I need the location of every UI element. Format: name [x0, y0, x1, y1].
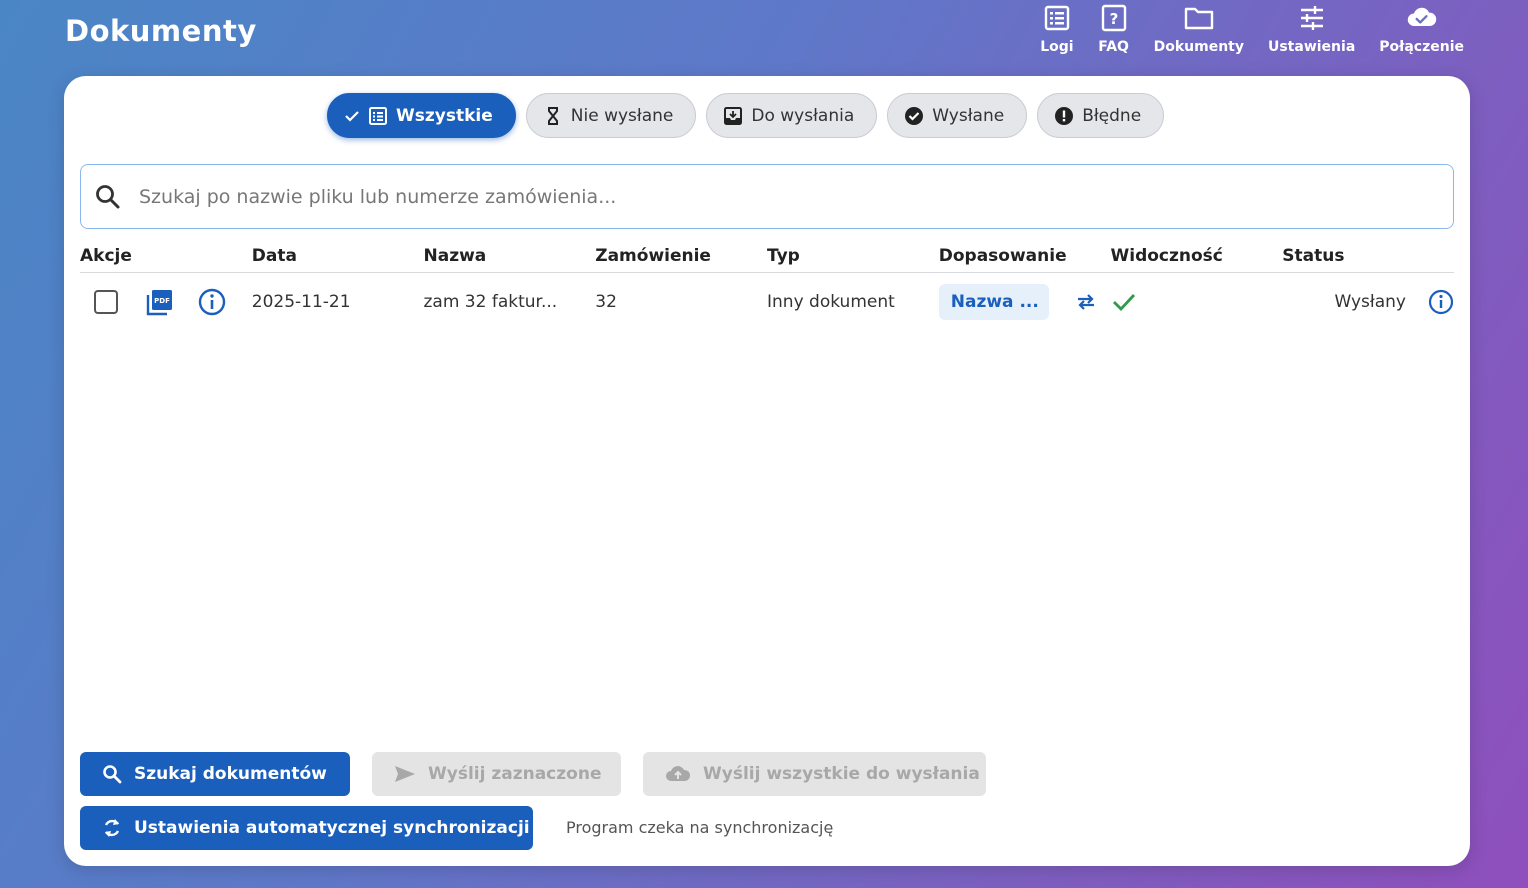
filter-label: Wysłane [932, 105, 1005, 126]
hourglass-icon [547, 106, 558, 125]
swap-icon[interactable] [1075, 293, 1097, 311]
column-header[interactable]: Status [1282, 246, 1454, 272]
match-chip[interactable]: Nazwa ... [938, 283, 1049, 320]
nav-label: Ustawienia [1267, 39, 1356, 55]
error-icon [1055, 106, 1074, 125]
table-row: PDF 2025-11-21 zam 32 faktur... 32 Inny … [80, 273, 1454, 330]
send-all-button[interactable]: Wyślij wszystkie do wysłania [643, 752, 986, 796]
column-header[interactable]: Dopasowanie [939, 246, 1111, 272]
column-header[interactable]: Widoczność [1111, 246, 1283, 272]
column-header[interactable]: Zamówienie [595, 246, 767, 272]
sliders-icon [1296, 2, 1328, 34]
column-header[interactable]: Akcje [80, 246, 252, 272]
filter-label: Do wysłania [751, 105, 855, 126]
top-navigation: Logi ? FAQ Dokumenty Ustawienia Połączen… [1028, 2, 1476, 55]
filter-label: Nie wysłane [570, 105, 674, 126]
filter-to-send[interactable]: Do wysłania [706, 93, 878, 138]
nav-label: Połączenie [1379, 39, 1464, 55]
search-icon [96, 184, 120, 208]
cell-type: Inny dokument [767, 291, 895, 312]
column-header[interactable]: Data [252, 246, 424, 272]
cell-name: zam 32 faktur... [423, 291, 558, 312]
column-header[interactable]: Nazwa [424, 246, 596, 272]
send-icon [395, 766, 415, 782]
cloud-check-icon [1406, 2, 1438, 34]
outbox-icon [724, 106, 743, 125]
nav-dokumenty[interactable]: Dokumenty [1142, 2, 1256, 55]
sync-status-text: Program czeka na synchronizację [566, 818, 834, 837]
search-documents-button[interactable]: Szukaj dokumentów [80, 752, 350, 796]
nav-polaczenie[interactable]: Połączenie [1367, 2, 1476, 55]
nav-ustawienia[interactable]: Ustawienia [1256, 2, 1367, 55]
cell-date: 2025-11-21 [251, 291, 351, 312]
svg-text:?: ? [1109, 10, 1118, 28]
filter-label: Wszystkie [396, 105, 493, 126]
status-text: Wysłany [1334, 291, 1406, 312]
check-icon [1112, 293, 1135, 311]
filter-all[interactable]: Wszystkie [327, 93, 516, 138]
list-icon [369, 106, 387, 125]
help-icon: ? [1098, 2, 1130, 34]
cell-order: 32 [595, 291, 617, 312]
folder-icon [1183, 2, 1215, 34]
table-header: Akcje Data Nazwa Zamówienie Typ Dopasowa… [80, 246, 1454, 273]
nav-label: Dokumenty [1153, 39, 1244, 55]
check-circle-icon [905, 106, 924, 125]
button-label: Wyślij zaznaczone [428, 764, 602, 784]
search-icon [103, 765, 122, 784]
check-icon [345, 110, 359, 122]
nav-faq[interactable]: ? FAQ [1086, 2, 1142, 55]
cloud-upload-icon [666, 766, 691, 781]
row-actions: PDF [80, 288, 252, 316]
info-icon[interactable] [1428, 289, 1454, 315]
send-selected-button[interactable]: Wyślij zaznaczone [372, 752, 621, 796]
button-label: Wyślij wszystkie do wysłania [703, 764, 980, 784]
documents-panel: Wszystkie Nie wysłane Do wysłania Wysłan… [64, 76, 1470, 866]
cell-status: Wysłany [1282, 289, 1454, 315]
sync-icon [104, 819, 120, 837]
nav-label: FAQ [1098, 39, 1129, 55]
row-checkbox[interactable] [94, 289, 118, 314]
filter-sent[interactable]: Wysłane [887, 93, 1028, 138]
nav-logi[interactable]: Logi [1028, 2, 1085, 55]
button-label: Ustawienia automatycznej synchronizacji [134, 818, 530, 838]
search-box [80, 164, 1454, 229]
filter-not-sent[interactable]: Nie wysłane [525, 93, 697, 138]
column-header[interactable]: Typ [767, 246, 939, 272]
cell-visibility [1111, 291, 1283, 313]
list-icon [1041, 2, 1073, 34]
button-label: Szukaj dokumentów [134, 764, 327, 784]
svg-text:PDF: PDF [154, 297, 170, 305]
filter-label: Błędne [1082, 105, 1142, 126]
auto-sync-settings-button[interactable]: Ustawienia automatycznej synchronizacji [80, 806, 533, 850]
search-input[interactable] [139, 185, 1339, 208]
documents-table: Akcje Data Nazwa Zamówienie Typ Dopasowa… [80, 246, 1454, 330]
filter-error[interactable]: Błędne [1037, 93, 1165, 138]
info-icon[interactable] [198, 288, 226, 316]
pdf-icon[interactable]: PDF [146, 288, 174, 316]
cell-match: Nazwa ... [938, 283, 1111, 320]
app-title: Dokumenty [65, 14, 257, 48]
nav-label: Logi [1040, 39, 1074, 55]
status-filters: Wszystkie Nie wysłane Do wysłania Wysłan… [327, 93, 1165, 138]
